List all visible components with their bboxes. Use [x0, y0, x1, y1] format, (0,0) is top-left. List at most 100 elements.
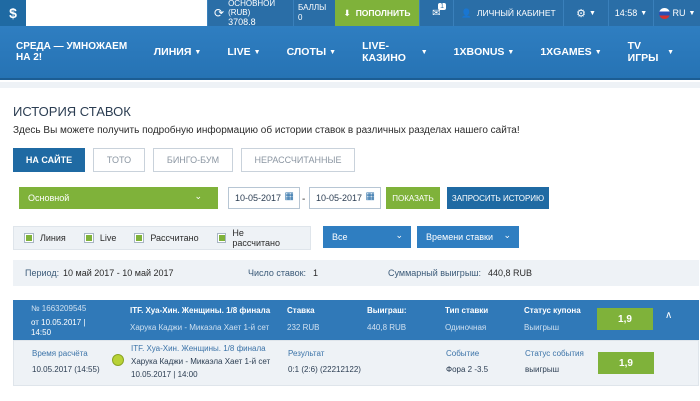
- logo-icon[interactable]: $: [0, 0, 26, 26]
- balance-widget[interactable]: ⟳ ОСНОВНОЙ (RUB) 3708.8: [207, 0, 293, 27]
- date-separator: -: [302, 194, 306, 205]
- nav-item-1xgames[interactable]: 1XGAMES ▼: [540, 46, 601, 58]
- points-widget[interactable]: БАЛЛЫ 0: [293, 0, 335, 26]
- filters-row: Основной ⌄ 10-05-2017 ▦ - 10-05-2017 ▦ П…: [0, 181, 700, 221]
- nav-item-label: TV ИГРЫ: [627, 40, 659, 64]
- points-value: 0: [298, 13, 303, 22]
- nav-item-label: 1XGAMES: [540, 46, 592, 58]
- mail-count-badge: 1: [438, 3, 446, 10]
- nav-item-slots[interactable]: СЛОТЫ ▼: [287, 46, 337, 58]
- page-subtitle: Здесь Вы можете получить подробную инфор…: [13, 125, 520, 136]
- coupon-status-value: Выигрыш: [524, 323, 560, 332]
- nav-item-tv-games[interactable]: TV ИГРЫ ▼: [628, 40, 674, 64]
- show-button[interactable]: ПОКАЗАТЬ: [386, 187, 440, 209]
- event-status-value: выигрыш: [525, 365, 560, 374]
- flag-icon: [658, 7, 670, 19]
- mail-button[interactable]: ✉ 1: [419, 0, 453, 26]
- type-select[interactable]: Все ⌄: [323, 226, 411, 248]
- language-selector[interactable]: RU ▼: [653, 0, 700, 26]
- bet-row[interactable]: № 1663209545 от 10.05.2017 | 14:50 ITF. …: [13, 300, 699, 340]
- summary-bar: Период: 10 май 2017 - 10 май 2017 Число …: [13, 260, 699, 286]
- checkbox-line[interactable]: Линия: [24, 233, 66, 243]
- sort-select-value: Времени ставки: [426, 232, 493, 242]
- account-select-value: Основной: [28, 193, 70, 203]
- stake-label: Ставка: [287, 306, 315, 315]
- bet-type-label: Тип ставки: [445, 306, 489, 315]
- request-history-button[interactable]: ЗАПРОСИТЬ ИСТОРИЮ: [447, 187, 549, 209]
- result-value: 0:1 (2:6) (22212122): [288, 365, 361, 374]
- chevron-down-icon: ▼: [194, 48, 202, 56]
- nav-item-label: LIVE-КАЗИНО: [362, 40, 406, 64]
- bet-history-card: ИСТОРИЯ СТАВОК Здесь Вы можете получить …: [0, 88, 700, 401]
- tennis-ball-icon: [112, 354, 124, 366]
- tab-toto[interactable]: ТОТО: [93, 148, 145, 172]
- checkbox-icon[interactable]: [83, 233, 94, 243]
- bet-date: от 10.05.2017 |: [31, 318, 86, 327]
- date-to-value: 10-05-2017: [316, 193, 363, 203]
- result-label: Результат: [288, 349, 325, 358]
- checkbox-settled[interactable]: Рассчитано: [134, 233, 199, 243]
- checkbox-label: Рассчитано: [150, 233, 199, 243]
- total-win-value: 440,8 RUB: [488, 268, 533, 278]
- checkbox-icon[interactable]: [24, 233, 34, 243]
- sort-select[interactable]: Времени ставки ⌄: [417, 226, 519, 248]
- date-from-input[interactable]: 10-05-2017 ▦: [228, 187, 300, 209]
- deposit-label: ПОПОЛНИТЬ: [355, 8, 411, 18]
- checkbox-label: Не рассчитано: [232, 228, 281, 248]
- calendar-icon[interactable]: ▦: [366, 191, 375, 202]
- chevron-down-icon: ⌄: [194, 191, 202, 201]
- count-label: Число ставок:: [248, 268, 307, 278]
- nav-item-label: 1XBONUS: [453, 46, 505, 58]
- chevron-down-icon: ▼: [253, 48, 261, 56]
- deposit-button[interactable]: ⬇ ПОПОЛНИТЬ: [335, 0, 419, 26]
- period-value: 10 май 2017 - 10 май 2017: [63, 268, 174, 278]
- calendar-icon[interactable]: ▦: [285, 191, 294, 202]
- chevron-down-icon: ▼: [688, 9, 696, 17]
- detail-match: Харука Каджи - Микаэла Хает 1-й сет: [131, 357, 271, 366]
- nav-item-line[interactable]: ЛИНИЯ ▼: [154, 46, 202, 58]
- cabinet-button[interactable]: 👤 ЛИЧНЫЙ КАБИНЕТ: [453, 0, 563, 26]
- bet-event: ITF. Хуа-Хин. Женщины. 1/8 финала: [130, 306, 271, 315]
- bet-detail-row: Время расчёта 10.05.2017 (14:55) ITF. Ху…: [13, 340, 699, 386]
- coupon-status-label: Статус купона: [524, 306, 581, 315]
- bet-type-checkboxes: Линия Live Рассчитано Не рассчитано: [13, 226, 311, 250]
- date-to-input[interactable]: 10-05-2017 ▦: [309, 187, 381, 209]
- nav-item-label: ЛИНИЯ: [153, 46, 192, 58]
- event-status-label: Статус события: [525, 349, 584, 358]
- tab-on-site[interactable]: НА САЙТЕ: [13, 148, 85, 172]
- balance-label: ОСНОВНОЙ (RUB): [228, 0, 276, 17]
- chevron-down-icon: ▼: [594, 48, 602, 56]
- checkbox-unsettled[interactable]: Не рассчитано: [216, 228, 292, 248]
- tab-unsettled[interactable]: НЕРАССЧИТАННЫЕ: [241, 148, 355, 172]
- refresh-icon[interactable]: ⟳: [214, 6, 224, 20]
- event-label: Событие: [446, 349, 480, 358]
- chevron-down-icon: ▼: [667, 48, 674, 56]
- detail-match-date: 10.05.2017 | 14:00: [131, 370, 198, 379]
- checkbox-icon[interactable]: [134, 233, 145, 243]
- detail-event: ITF. Хуа-Хин. Женщины. 1/8 финала: [131, 344, 266, 353]
- chevron-down-icon: ▼: [329, 48, 337, 56]
- nav-item-1xbonus[interactable]: 1XBONUS ▼: [454, 46, 515, 58]
- nav-promo[interactable]: СРЕДА — УМНОЖАЕМ НА 2!: [16, 41, 130, 63]
- time-value: 14:58: [614, 8, 638, 18]
- win-value: 440,8 RUB: [367, 323, 407, 332]
- checkbox-icon[interactable]: [216, 233, 227, 243]
- total-win-label: Суммарный выигрыш:: [388, 268, 482, 278]
- chevron-down-icon: ⌄: [503, 230, 511, 240]
- checkbox-live[interactable]: Live: [83, 233, 116, 243]
- bet-type-value: Одиночная: [445, 323, 487, 332]
- download-icon: ⬇: [343, 7, 351, 18]
- cabinet-label: ЛИЧНЫЙ КАБИНЕТ: [476, 8, 556, 18]
- type-select-value: Все: [332, 232, 348, 242]
- time-display[interactable]: 14:58 ▼: [608, 0, 653, 26]
- nav-item-live-casino[interactable]: LIVE-КАЗИНО ▼: [362, 40, 428, 64]
- chevron-up-icon[interactable]: ∧: [665, 310, 672, 321]
- account-select[interactable]: Основной ⌄: [19, 187, 218, 209]
- date-from-value: 10-05-2017: [235, 193, 282, 203]
- settings-button[interactable]: ⚙ ▼: [563, 0, 608, 26]
- user-icon: 👤: [461, 7, 472, 18]
- nav-item-live[interactable]: LIVE ▼: [227, 46, 260, 58]
- tab-bingo[interactable]: БИНГО-БУМ: [153, 148, 233, 172]
- bet-match: Харука Каджи - Микаэла Хает 1-й сет: [130, 323, 270, 332]
- page-title: ИСТОРИЯ СТАВОК: [13, 104, 131, 119]
